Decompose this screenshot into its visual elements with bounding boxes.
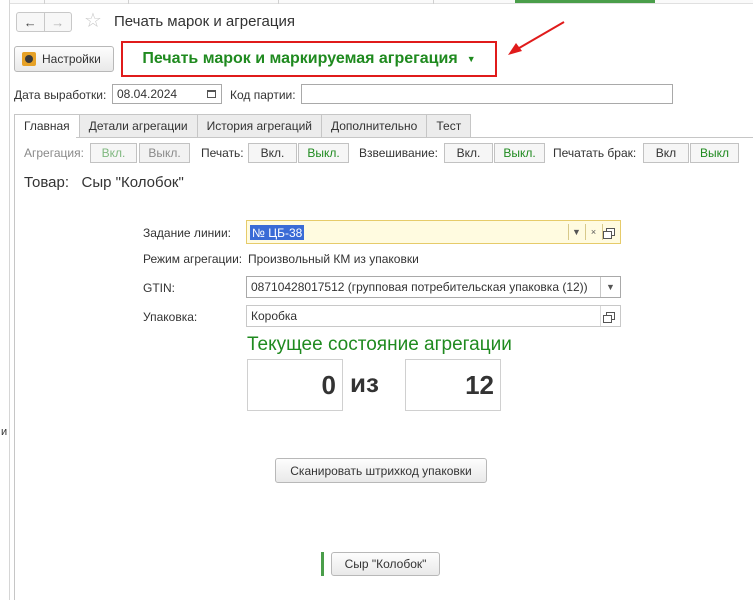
batch-code-label: Код партии: bbox=[230, 88, 296, 102]
tab-main[interactable]: Главная bbox=[14, 114, 80, 138]
tab-panel-border bbox=[14, 137, 753, 138]
gear-icon bbox=[22, 52, 36, 66]
aggregated-count: 0 bbox=[247, 359, 343, 411]
favorite-star-icon[interactable]: ☆ bbox=[84, 10, 102, 32]
settings-button-label: Настройки bbox=[42, 52, 101, 66]
line-task-value: № ЦБ-38 bbox=[250, 225, 305, 240]
nav-buttons: ← → bbox=[16, 12, 72, 32]
form-tabs: Главная Детали агрегации История агрегац… bbox=[14, 114, 472, 138]
scan-package-barcode-button[interactable]: Сканировать штрихкод упаковки bbox=[275, 458, 487, 483]
weighing-toggle-label: Взвешивание: bbox=[359, 146, 439, 160]
chevron-down-icon: ▼ bbox=[466, 54, 476, 64]
aggregation-toggle-label: Агрегация: bbox=[24, 146, 84, 160]
print-off-button[interactable]: Выкл. bbox=[298, 143, 349, 163]
active-tab-gap bbox=[15, 137, 76, 138]
tab-aggregation-history[interactable]: История агрегаций bbox=[197, 114, 322, 138]
open-form-icon[interactable] bbox=[600, 306, 620, 326]
gtin-label: GTIN: bbox=[143, 281, 175, 295]
aggregation-mode-value: Произвольный КМ из упаковки bbox=[248, 252, 419, 266]
print-defect-toggle-label: Печатать брак: bbox=[553, 146, 637, 160]
tab-panel-left-border bbox=[14, 137, 15, 600]
calendar-icon[interactable] bbox=[202, 84, 222, 104]
production-date-label: Дата выработки: bbox=[14, 88, 107, 102]
clear-icon[interactable]: × bbox=[585, 224, 601, 240]
tab-test[interactable]: Тест bbox=[427, 114, 472, 138]
product-button[interactable]: Сыр "Колобок" bbox=[331, 552, 440, 576]
window-title: Печать марок и агрегация bbox=[114, 13, 295, 30]
title-bar: ← → ☆ Печать марок и агрегация bbox=[10, 4, 753, 40]
gtin-value: 08710428017512 (групповая потребительска… bbox=[251, 280, 588, 294]
aggregation-state-title: Текущее состояние агрегации bbox=[247, 334, 512, 355]
count-separator: из bbox=[350, 368, 379, 398]
print-aggregation-menu-button[interactable]: Печать марок и маркируемая агрегация ▼ bbox=[121, 41, 497, 77]
product-name: Сыр "Колобок" bbox=[81, 174, 184, 191]
print-on-button[interactable]: Вкл. bbox=[248, 143, 297, 163]
line-task-field[interactable]: № ЦБ-38 ▼ × bbox=[246, 220, 621, 244]
chevron-down-icon[interactable]: ▼ bbox=[600, 277, 620, 297]
package-label: Упаковка: bbox=[143, 310, 198, 324]
settings-button[interactable]: Настройки bbox=[14, 46, 114, 72]
open-form-icon[interactable] bbox=[602, 224, 618, 240]
package-value: Коробка bbox=[251, 309, 298, 323]
line-task-label: Задание линии: bbox=[143, 226, 232, 240]
print-aggregation-menu-label: Печать марок и маркируемая агрегация bbox=[142, 50, 458, 67]
weighing-off-button[interactable]: Выкл. bbox=[494, 143, 545, 163]
product-label: Товар: bbox=[24, 174, 69, 191]
left-panel-edge: и bbox=[0, 0, 10, 600]
aggregation-on-button[interactable]: Вкл. bbox=[90, 143, 137, 163]
total-count: 12 bbox=[405, 359, 501, 411]
production-date-field[interactable]: 08.04.2024 bbox=[112, 84, 203, 104]
weighing-on-button[interactable]: Вкл. bbox=[444, 143, 493, 163]
selection-marker bbox=[321, 552, 324, 576]
left-panel-text-fragment: и bbox=[1, 426, 8, 438]
product-heading: Товар: Сыр "Колобок" bbox=[24, 174, 184, 191]
aggregation-mode-label: Режим агрегации: bbox=[143, 252, 243, 266]
print-toggle-label: Печать: bbox=[201, 146, 244, 160]
back-arrow-icon[interactable]: ← bbox=[17, 13, 44, 31]
forward-arrow-icon[interactable]: → bbox=[43, 13, 72, 31]
print-defect-off-button[interactable]: Выкл bbox=[690, 143, 739, 163]
chevron-down-icon[interactable]: ▼ bbox=[568, 224, 584, 240]
tab-additional[interactable]: Дополнительно bbox=[321, 114, 428, 138]
annotation-arrow-icon bbox=[508, 21, 565, 55]
package-field[interactable]: Коробка bbox=[246, 305, 621, 327]
top-strip-active-tab[interactable] bbox=[515, 0, 655, 3]
batch-code-field[interactable] bbox=[301, 84, 673, 104]
gtin-select[interactable]: 08710428017512 (групповая потребительска… bbox=[246, 276, 621, 298]
tab-aggregation-details[interactable]: Детали агрегации bbox=[79, 114, 198, 138]
aggregation-off-button[interactable]: Выкл. bbox=[139, 143, 190, 163]
print-defect-on-button[interactable]: Вкл bbox=[643, 143, 689, 163]
